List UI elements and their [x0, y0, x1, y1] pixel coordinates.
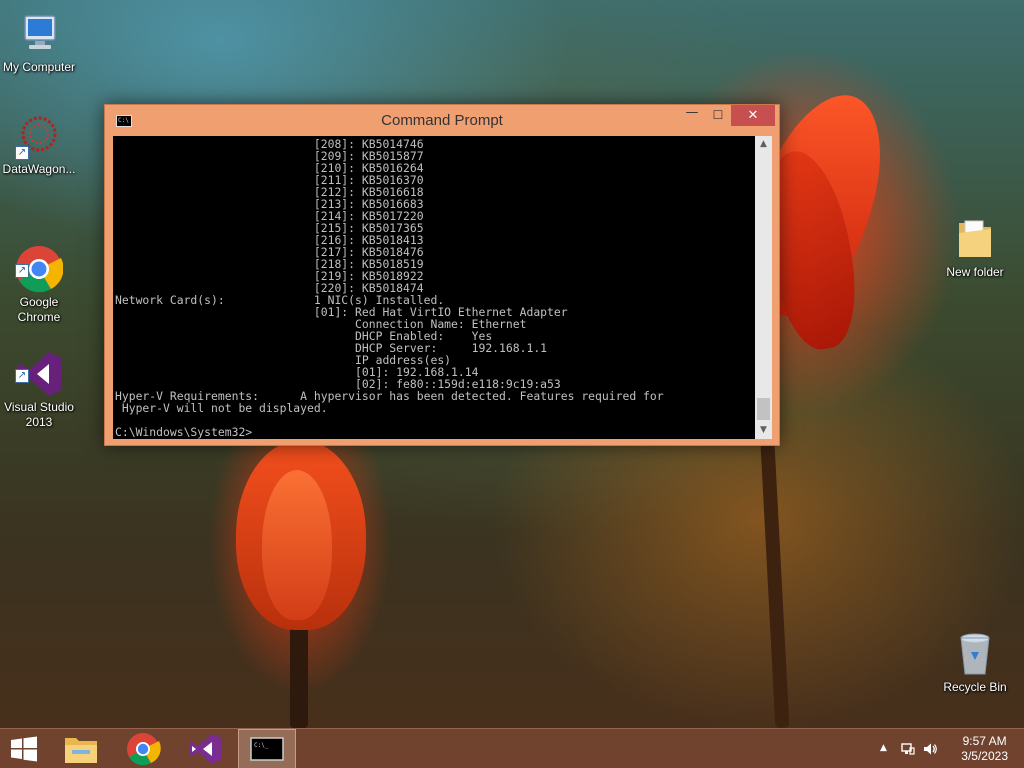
volume-icon[interactable]	[922, 741, 938, 760]
computer-icon	[15, 10, 63, 58]
maximize-button[interactable]: ☐	[705, 105, 731, 126]
scroll-up-icon[interactable]: ▲	[755, 136, 772, 153]
desktop-icon-label: DataWagon...	[2, 162, 76, 176]
system-tray: ▲ 9:57 AM 3/5/2023	[864, 729, 1024, 768]
command-prompt-window[interactable]: C:\ Command Prompt — ☐ ✕ [208]: KB501474…	[104, 104, 780, 446]
window-title: Command Prompt	[381, 112, 503, 129]
chrome-icon: ↗	[15, 230, 64, 293]
desktop-icon-label: My Computer	[2, 60, 76, 74]
close-button[interactable]: ✕	[731, 105, 775, 126]
scroll-down-icon[interactable]: ▼	[755, 422, 772, 439]
shortcut-arrow-icon: ↗	[15, 369, 29, 383]
network-icon[interactable]	[900, 741, 916, 760]
console-line: Hyper-V will not be displayed.	[115, 401, 328, 415]
shortcut-arrow-icon: ↗	[15, 264, 29, 278]
clock-date: 3/5/2023	[961, 749, 1008, 763]
desktop-icon-label: Recycle Bin	[943, 680, 1007, 694]
console-line: C:\Windows\System32>	[115, 425, 253, 439]
desktop-icon-visual-studio[interactable]: ↗ Visual Studio 2013	[0, 320, 79, 445]
shortcut-arrow-icon: ↗	[15, 146, 29, 160]
taskbar: C:\_ ▲ 9:57 AM 3/5/2023	[0, 728, 1024, 768]
desktop-icon-datawagon[interactable]: ↗ DataWagon...	[0, 112, 79, 177]
desktop-icon-label: Visual Studio 2013	[4, 400, 74, 429]
desktop-icon-new-folder[interactable]: New folder	[935, 215, 1015, 280]
visual-studio-icon	[189, 734, 221, 764]
visual-studio-icon: ↗	[15, 335, 63, 396]
show-hidden-icons-chevron-icon[interactable]: ▲	[880, 743, 887, 753]
desktop-icon-label: New folder	[946, 265, 1004, 279]
datawagon-icon: ↗	[15, 112, 63, 160]
file-explorer-icon	[65, 738, 97, 763]
minimize-button[interactable]: —	[679, 105, 705, 126]
console-text: [208]: KB5014746 [209]: KB5015877 [210]:…	[115, 138, 755, 438]
taskbar-google-chrome[interactable]	[114, 729, 172, 768]
clock-time: 9:57 AM	[962, 734, 1007, 748]
desktop-icon-my-computer[interactable]: My Computer	[0, 10, 79, 75]
scroll-thumb[interactable]	[757, 398, 770, 420]
windows-logo-icon	[11, 736, 37, 762]
clock[interactable]: 9:57 AM 3/5/2023	[961, 734, 1008, 764]
recycle-bin-icon	[951, 630, 999, 678]
taskbar-visual-studio[interactable]	[176, 729, 234, 768]
svg-text:C:\_: C:\_	[254, 742, 269, 749]
taskbar-file-explorer[interactable]	[52, 729, 110, 768]
console-output[interactable]: [208]: KB5014746 [209]: KB5015877 [210]:…	[113, 136, 772, 439]
chrome-icon	[127, 733, 161, 766]
title-bar[interactable]: C:\ Command Prompt — ☐ ✕	[105, 105, 779, 136]
vertical-scrollbar[interactable]: ▲ ▼	[755, 136, 772, 439]
start-button[interactable]	[0, 729, 48, 768]
desktop-icon-recycle-bin[interactable]: Recycle Bin	[935, 630, 1015, 695]
folder-icon	[951, 215, 999, 263]
taskbar-command-prompt[interactable]: C:\_	[238, 729, 296, 768]
command-prompt-icon: C:\_	[250, 737, 284, 761]
